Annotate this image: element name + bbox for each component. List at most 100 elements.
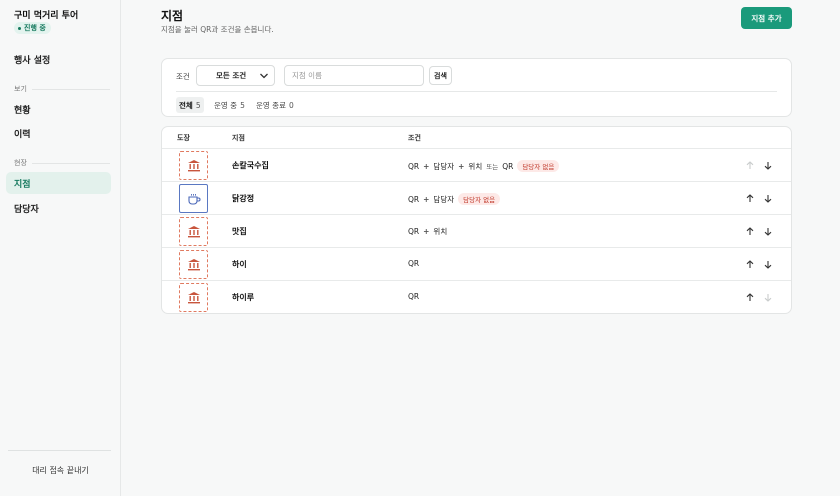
condition-chip: 위치 — [433, 227, 448, 236]
tab-label: 운영 중 — [214, 100, 238, 110]
spot-name: 손칼국수집 — [232, 161, 269, 170]
tab-count: 0 — [288, 100, 294, 110]
condition-list: QR + 담당자 + 위치 또는 QR 담당자 없음 — [408, 160, 560, 172]
move-up-button[interactable] — [744, 225, 756, 237]
condition-chip: QR — [408, 259, 420, 268]
proxy-exit-button[interactable]: 대리 접속 끝내기 — [0, 465, 121, 476]
arrow-down-icon — [764, 260, 772, 269]
move-up-button[interactable] — [744, 159, 756, 171]
arrow-down-icon — [764, 194, 772, 203]
sidebar-item-settings[interactable]: 행사 설정 — [6, 48, 111, 70]
arrow-down-icon — [764, 161, 772, 170]
condition-list: QR + 위치 — [408, 226, 447, 237]
spot-name: 맛집 — [232, 227, 247, 236]
condition-label: 조건 — [176, 72, 190, 81]
spots-table: 도장 지점 조건 손칼국수집 QR + 담당자 + 위치 또는 QR 담당자 없… — [161, 126, 792, 314]
move-up-button[interactable] — [744, 192, 756, 204]
filter-panel: 조건 모든 조건 검색 전체5 운영 중5 운영 종료0 — [161, 58, 792, 117]
plus-icon: + — [423, 227, 430, 236]
status-dot-icon — [18, 26, 21, 30]
condition-select[interactable]: 모든 조건 — [196, 65, 275, 86]
filter-divider — [176, 91, 777, 92]
tab-label: 운영 종료 — [256, 100, 286, 110]
condition-list: QR — [408, 292, 419, 301]
move-down-button[interactable] — [762, 192, 774, 204]
bank-icon — [187, 226, 200, 238]
chevron-down-icon — [260, 73, 268, 79]
move-down-button[interactable] — [762, 258, 774, 270]
arrow-up-icon — [746, 193, 754, 202]
condition-chip: QR — [408, 161, 420, 171]
condition-chip: 담당자 — [433, 194, 455, 204]
arrow-up-icon — [746, 292, 754, 301]
spot-name: 하이루 — [232, 293, 255, 302]
spot-name: 닭강정 — [232, 194, 255, 203]
section-divider — [32, 163, 110, 164]
status-badge-label: 진행 중 — [24, 24, 46, 32]
plus-icon: + — [423, 161, 430, 171]
sidebar-item-status[interactable]: 현황 — [6, 98, 111, 120]
move-up-button[interactable] — [744, 258, 756, 270]
column-header-name: 지점 — [232, 134, 245, 142]
condition-list: QR + 담당자 담당자 없음 — [408, 193, 501, 205]
table-row[interactable]: 하이 QR — [162, 247, 791, 280]
condition-chip: QR — [502, 161, 514, 171]
arrow-up-icon — [746, 160, 754, 169]
plus-icon: + — [423, 194, 430, 204]
search-button[interactable]: 검색 — [429, 66, 452, 85]
tab-count: 5 — [195, 100, 201, 110]
condition-select-value: 모든 조건 — [216, 71, 247, 80]
table-row[interactable]: 손칼국수집 QR + 담당자 + 위치 또는 QR 담당자 없음 — [162, 148, 791, 181]
bank-icon — [187, 292, 200, 304]
tab-all[interactable]: 전체 5 — [176, 97, 204, 113]
bank-icon — [187, 259, 200, 271]
spot-name: 하이 — [232, 260, 247, 269]
move-up-button[interactable] — [744, 291, 756, 303]
tab-label: 전체 — [179, 100, 193, 110]
no-staff-badge: 담당자 없음 — [517, 160, 560, 172]
arrow-up-icon — [746, 259, 754, 268]
plus-icon: + — [458, 161, 465, 171]
sidebar-divider — [8, 450, 111, 451]
coffee-icon — [187, 193, 200, 205]
sidebar-item-history[interactable]: 이력 — [6, 122, 111, 144]
condition-chip: 위치 — [468, 161, 483, 171]
arrow-down-icon — [764, 293, 772, 302]
move-down-button[interactable] — [762, 225, 774, 237]
table-row[interactable]: 맛집 QR + 위치 — [162, 214, 791, 247]
spot-name-search-input[interactable] — [284, 65, 424, 86]
column-header-condition: 조건 — [408, 134, 421, 142]
stamp-preview — [179, 217, 208, 246]
stamp-preview — [179, 184, 208, 213]
arrow-up-icon — [746, 226, 754, 235]
no-staff-badge: 담당자 없음 — [458, 193, 501, 205]
move-down-button[interactable] — [762, 159, 774, 171]
sidebar: 구미 먹거리 투어 진행 중 행사 설정 보기 현황 이력 현장 지점 담당자 … — [0, 0, 121, 496]
table-row[interactable]: 하이루 QR — [162, 280, 791, 313]
move-down-button[interactable] — [762, 291, 774, 303]
sidebar-item-spots[interactable]: 지점 — [6, 172, 111, 194]
stamp-preview — [179, 283, 208, 312]
add-spot-button[interactable]: 지점 추가 — [741, 7, 792, 29]
tab-active[interactable]: 운영 중5 — [211, 97, 248, 113]
condition-list: QR — [408, 259, 419, 268]
condition-chip: 담당자 — [433, 161, 455, 171]
tab-closed[interactable]: 운영 종료 0 — [253, 97, 297, 113]
column-header-stamp: 도장 — [177, 134, 190, 142]
event-title: 구미 먹거리 투어 — [14, 11, 79, 21]
stamp-preview — [179, 151, 208, 180]
or-connector: 또는 — [486, 163, 499, 171]
table-row[interactable]: 닭강정 QR + 담당자 담당자 없음 — [162, 181, 791, 214]
section-label-view: 보기 — [14, 85, 27, 93]
condition-chip: QR — [408, 227, 420, 236]
condition-chip: QR — [408, 292, 420, 301]
page-title: 지점 — [161, 9, 184, 23]
section-label-field: 현장 — [14, 159, 27, 167]
section-divider — [32, 89, 110, 90]
condition-chip: QR — [408, 194, 420, 204]
tab-count: 5 — [240, 100, 245, 110]
page-subtitle: 지점을 눌러 QR과 조건을 손봅니다. — [161, 25, 274, 34]
sidebar-item-staff[interactable]: 담당자 — [6, 197, 111, 219]
stamp-preview — [179, 250, 208, 279]
bank-icon — [187, 160, 200, 172]
